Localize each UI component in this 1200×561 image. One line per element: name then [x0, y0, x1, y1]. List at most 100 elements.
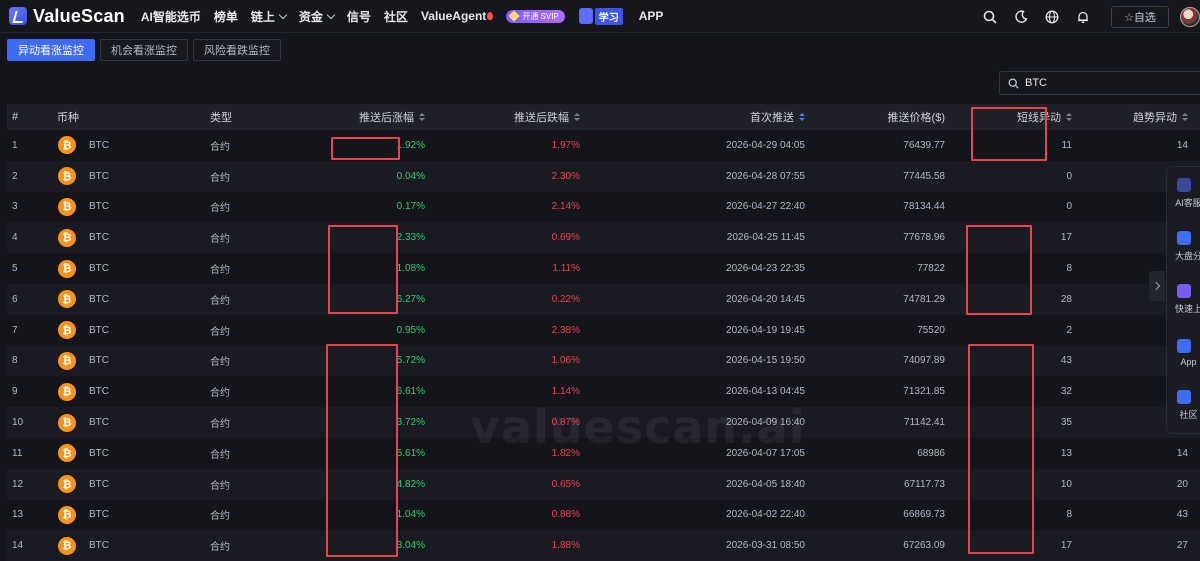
- row-short-signal: 43: [1060, 355, 1072, 367]
- nav-item-0[interactable]: AI智能选币: [141, 8, 201, 25]
- row-down-pct: 0.65%: [551, 478, 580, 490]
- row-up-pct: 1.08%: [396, 263, 425, 275]
- table-row[interactable]: 10 ₿ BTC 合约 3.72% 0.87% 2026-04-09 16:40 71142.…: [7, 407, 1200, 438]
- nav-app[interactable]: APP: [639, 9, 664, 23]
- row-coin: ₿ BTC: [57, 382, 210, 401]
- nav-item-label: 链上: [250, 9, 275, 24]
- header-up-sort[interactable]: 推送后涨幅: [290, 109, 425, 125]
- row-short-signal: 10: [1060, 478, 1072, 490]
- row-trend-signal: 43: [1176, 509, 1188, 521]
- learn-button[interactable]: 学习: [578, 7, 623, 25]
- table-row[interactable]: 12 ₿ BTC 合约 4.82% 0.65% 2026-04-05 18:40 67117.…: [7, 468, 1200, 500]
- row-index: 9: [12, 386, 18, 398]
- table-row[interactable]: 6 ₿ BTC 合约 6.27% 0.22% 2026-04-20 14:45 74781.2…: [7, 283, 1200, 315]
- header-down-label: 推送后跌幅: [514, 112, 569, 124]
- header-short-sort[interactable]: 短线异动: [945, 109, 1072, 125]
- side-panel-item-2[interactable]: 快速上: [1167, 273, 1200, 326]
- bitcoin-icon: ₿: [58, 351, 76, 370]
- table-row[interactable]: 1 ₿ BTC 合约 1.92% 1.97% 2026-04-29 04:05 76439.7…: [7, 130, 1200, 161]
- row-type: 合约: [210, 449, 230, 461]
- row-first-push: 2026-04-07 17:05: [726, 447, 805, 459]
- row-index: 6: [12, 293, 18, 305]
- side-panel-item-3[interactable]: App: [1167, 326, 1200, 379]
- row-type: 合约: [210, 511, 230, 523]
- diamond-icon: [508, 10, 520, 22]
- svip-button[interactable]: 开通 SVIP: [506, 9, 565, 23]
- side-panel-label: 快速上: [1175, 304, 1200, 314]
- signal-table: # 币种 类型 推送后涨幅 推送后跌幅 首次推送 推送价格($) 短线异动 趋势…: [7, 104, 1200, 561]
- row-short-signal: 35: [1060, 417, 1072, 429]
- row-price: 67263.09: [903, 540, 945, 552]
- coin-symbol: BTC: [89, 263, 109, 275]
- side-panel-item-4[interactable]: 社区: [1167, 379, 1200, 432]
- fire-icon: [487, 12, 494, 20]
- header-trend-sort[interactable]: 趋势异动: [1072, 109, 1188, 125]
- nav-item-4[interactable]: 信号: [347, 8, 371, 25]
- watchlist-button[interactable]: ☆自选: [1111, 5, 1169, 28]
- bitcoin-icon: ₿: [58, 167, 76, 186]
- table-row[interactable]: 5₿BTC合约1.08%1.11%2026-04-23 22:357782281…: [7, 253, 1200, 284]
- side-panel: AI客服 大盘分快速上 App 社区: [1166, 166, 1200, 434]
- row-price: 76439.77: [903, 139, 945, 151]
- bitcoin-icon: ₿: [58, 228, 76, 247]
- brand-logo[interactable]: ValueScan: [9, 6, 125, 27]
- nav-item-1[interactable]: 榜单: [214, 8, 238, 25]
- row-down-pct: 2.30%: [551, 170, 580, 182]
- search-input[interactable]: [1025, 77, 1175, 89]
- table-row[interactable]: 11 ₿ BTC 合约 5.61% 1.82% 2026-04-07 17:05 68986 1…: [7, 438, 1200, 469]
- bitcoin-icon: ₿: [58, 382, 76, 401]
- row-first-push: 2026-04-27 22:40: [726, 201, 805, 213]
- header-down-sort[interactable]: 推送后跌幅: [425, 109, 580, 125]
- coin-symbol: BTC: [89, 170, 109, 182]
- table-row[interactable]: 13 ₿ BTC 合约 1.04% 0.88% 2026-04-02 22:40 66869.…: [7, 500, 1200, 531]
- row-coin: ₿ BTC: [57, 444, 210, 463]
- table-row[interactable]: 3 ₿ BTC 合约 0.17% 2.14% 2026-04-27 22:40 78134.4…: [7, 192, 1200, 223]
- table-row[interactable]: 7₿BTC合约0.95%2.38%2026-04-19 19:457552024: [7, 315, 1200, 346]
- row-short-signal: 0: [1066, 201, 1072, 213]
- row-down-pct: 1.97%: [551, 139, 580, 151]
- row-trend-signal: 27: [1176, 540, 1188, 552]
- table-row[interactable]: 14 ₿ BTC 合约 3.04% 1.88% 2026-03-31 08:50 67263.…: [7, 530, 1200, 561]
- row-type: 合约: [210, 326, 230, 338]
- row-up-pct: 5.72%: [396, 355, 425, 367]
- row-short-signal: 17: [1060, 540, 1072, 552]
- row-index: 11: [12, 447, 23, 459]
- table-row[interactable]: 4 ₿ BTC 合约 2.33% 0.69% 2026-04-25 11:45 77678.9…: [7, 222, 1200, 254]
- moon-icon[interactable]: [1013, 9, 1029, 25]
- tab-0[interactable]: 异动看涨监控: [7, 39, 95, 61]
- nav-item-5[interactable]: 社区: [384, 8, 408, 25]
- row-index: 2: [12, 170, 18, 182]
- nav-item-label: 信号: [346, 9, 371, 24]
- search-box[interactable]: [999, 71, 1200, 95]
- search-icon[interactable]: [982, 9, 998, 25]
- side-panel-toggle[interactable]: [1149, 271, 1165, 301]
- nav-item-2[interactable]: 链上: [250, 8, 288, 25]
- row-index: 14: [12, 540, 24, 552]
- table-row[interactable]: 2 ₿ BTC 合约 0.04% 2.30% 2026-04-28 07:55 77445.5…: [7, 160, 1200, 192]
- nav-item-6[interactable]: ValueAgent: [421, 9, 494, 23]
- side-panel-icon: [1176, 284, 1191, 298]
- tab-1[interactable]: 机会看涨监控: [100, 39, 188, 61]
- avatar[interactable]: [1180, 6, 1200, 27]
- coin-symbol: BTC: [89, 447, 109, 459]
- bell-icon[interactable]: [1075, 9, 1091, 25]
- side-panel-item-1[interactable]: 大盘分: [1167, 220, 1200, 273]
- row-type: 合约: [210, 357, 230, 369]
- bitcoin-icon: ₿: [58, 321, 76, 340]
- header-time-label: 首次推送: [750, 112, 794, 124]
- row-price: 74097.89: [903, 355, 945, 367]
- coin-symbol: BTC: [89, 232, 109, 244]
- table-row[interactable]: 9 ₿ BTC 合约 6.61% 1.14% 2026-04-13 04:45 71321.8…: [7, 376, 1200, 407]
- row-type: 合约: [210, 141, 230, 153]
- side-panel-item-0[interactable]: AI客服: [1167, 167, 1200, 220]
- tab-2[interactable]: 风险看跌监控: [193, 39, 281, 61]
- logo-icon: [9, 7, 27, 25]
- globe-icon[interactable]: [1044, 9, 1060, 25]
- side-panel-icon: [1176, 231, 1191, 245]
- row-index: 12: [12, 478, 24, 490]
- coin-symbol: BTC: [89, 201, 109, 213]
- nav-item-3[interactable]: 资金: [299, 8, 336, 25]
- header-trend-label: 趋势异动: [1133, 112, 1177, 124]
- table-row[interactable]: 8 ₿ BTC 合约 5.72% 1.06% 2026-04-15 19:50 74097.8…: [7, 345, 1200, 377]
- header-time-sort[interactable]: 首次推送: [580, 109, 805, 125]
